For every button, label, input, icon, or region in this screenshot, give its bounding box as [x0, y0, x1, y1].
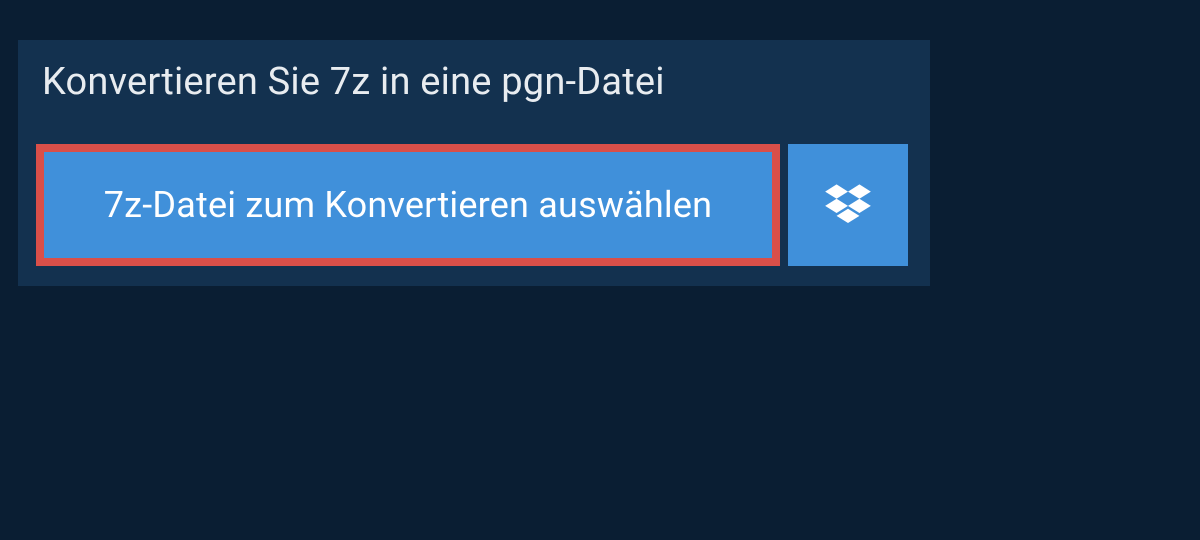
- dropbox-icon: [825, 183, 871, 227]
- select-file-button[interactable]: 7z-Datei zum Konvertieren auswählen: [36, 144, 780, 266]
- dropbox-button[interactable]: [788, 144, 908, 266]
- converter-panel: Konvertieren Sie 7z in eine pgn-Datei 7z…: [18, 40, 930, 286]
- title-bar: Konvertieren Sie 7z in eine pgn-Datei: [18, 40, 738, 126]
- select-file-button-label: 7z-Datei zum Konvertieren auswählen: [104, 184, 713, 226]
- file-action-row: 7z-Datei zum Konvertieren auswählen: [18, 126, 930, 286]
- page-title: Konvertieren Sie 7z in eine pgn-Datei: [42, 60, 665, 104]
